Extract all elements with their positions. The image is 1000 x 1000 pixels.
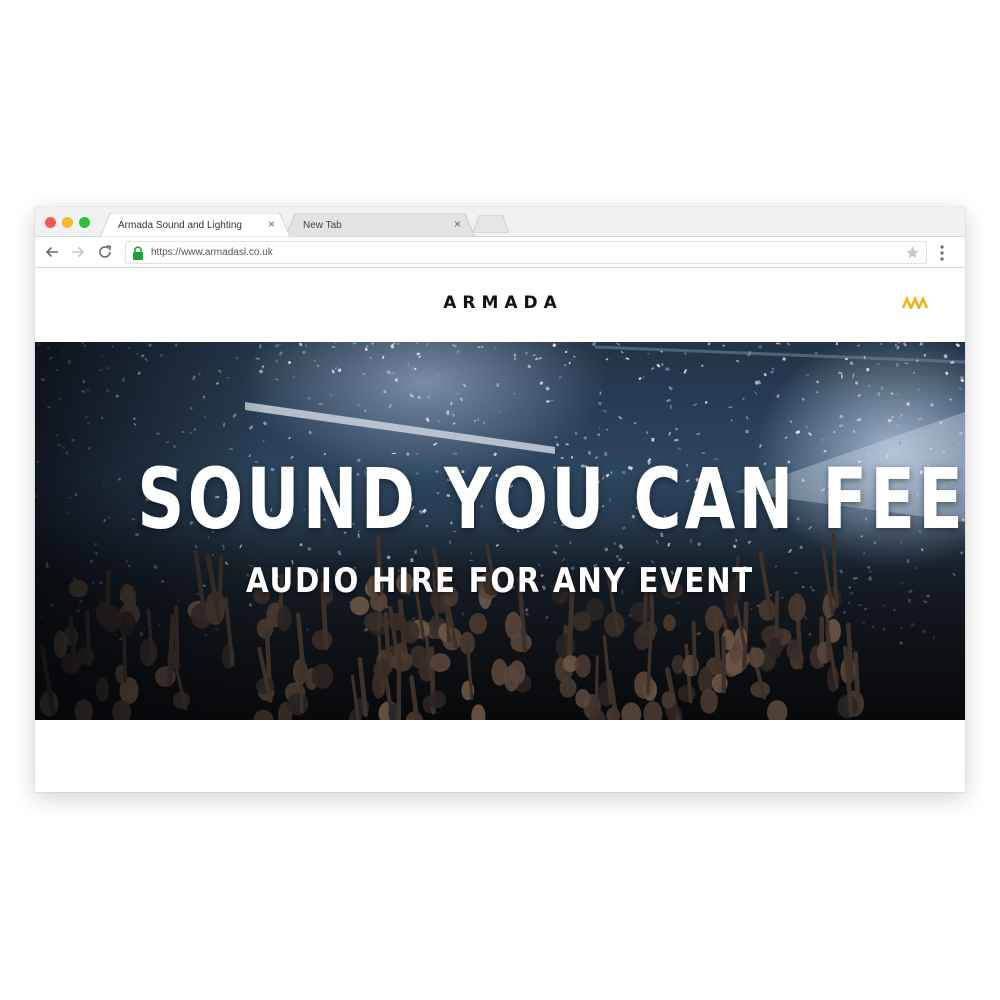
lock-icon	[133, 246, 143, 260]
tab-label: New Tab	[303, 219, 342, 231]
new-tab-button[interactable]	[473, 215, 509, 233]
reload-icon[interactable]	[96, 243, 114, 261]
tab-label: Armada Sound and Lighting	[118, 219, 242, 231]
star-icon[interactable]	[905, 245, 920, 260]
kebab-menu-icon[interactable]	[939, 245, 945, 261]
armada-logo[interactable]: ARMADA	[35, 293, 965, 313]
arrow-left-icon[interactable]	[43, 243, 61, 261]
address-toolbar: https://www.armadasl.co.uk	[35, 237, 965, 268]
window-close-button[interactable]	[45, 217, 56, 228]
hero-banner: SOUND YOU CAN FEEL AUDIO HIRE FOR ANY EV…	[35, 342, 965, 720]
zigzag-menu-icon[interactable]	[902, 297, 928, 309]
hero-subtitle: AUDIO HIRE FOR ANY EVENT	[246, 561, 754, 601]
window-maximize-button[interactable]	[79, 217, 90, 228]
tab-armada[interactable]: Armada Sound and Lighting ×	[100, 213, 290, 237]
window-minimize-button[interactable]	[62, 217, 73, 228]
tab-close-icon[interactable]: ×	[268, 217, 275, 231]
tab-strip: New Tab × Armada Sound and Lighting ×	[35, 207, 965, 237]
tab-close-icon[interactable]: ×	[454, 217, 461, 231]
address-bar[interactable]: https://www.armadasl.co.uk	[125, 241, 927, 264]
hero-title: SOUND YOU CAN FEEL	[137, 450, 965, 548]
tab-new-tab[interactable]: New Tab ×	[285, 213, 475, 237]
page-content-area	[35, 720, 965, 792]
site-header: ARMADA	[35, 269, 965, 342]
arrow-right-icon[interactable]	[69, 243, 87, 261]
browser-window: New Tab × Armada Sound and Lighting × ht…	[35, 207, 965, 792]
url-text[interactable]: https://www.armadasl.co.uk	[151, 247, 273, 258]
